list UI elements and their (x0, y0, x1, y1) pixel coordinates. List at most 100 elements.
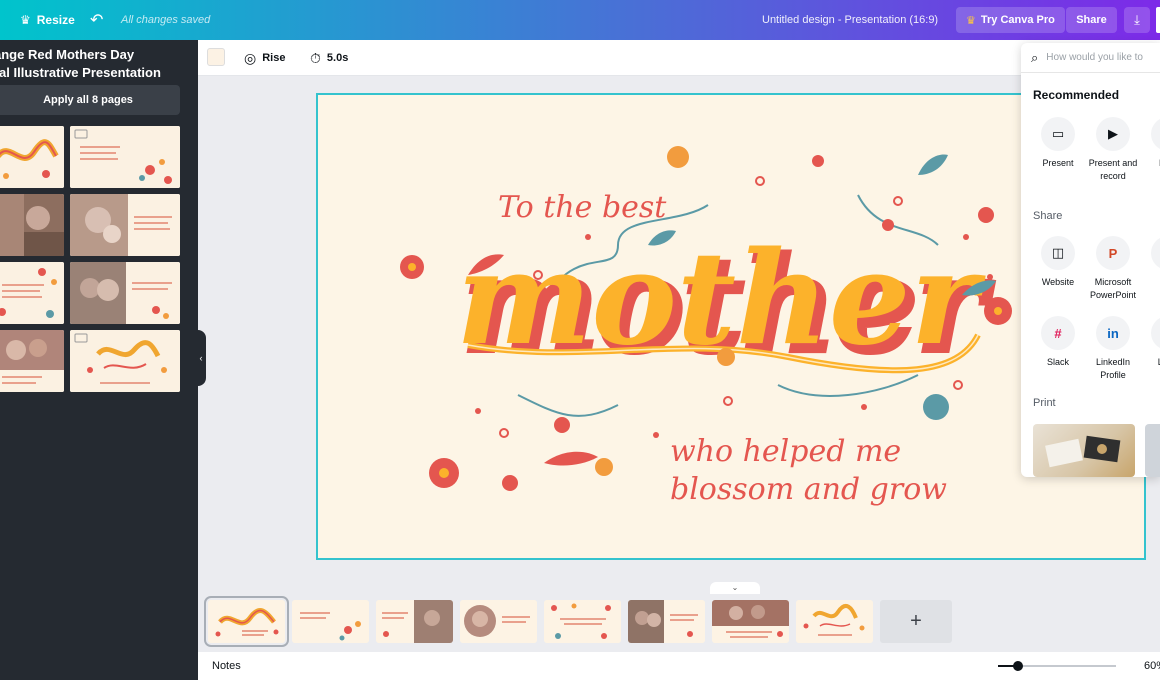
present-option[interactable]: ▭ Present (1028, 117, 1088, 170)
page-thumbnail[interactable] (796, 600, 873, 643)
share-button[interactable]: Share (1066, 7, 1117, 33)
resize-button[interactable]: ♛ Resize (20, 0, 75, 40)
recommended-heading: Recommended (1033, 88, 1120, 102)
page-thumbnail-art (628, 600, 705, 643)
template-page-thumbnail[interactable] (70, 126, 180, 188)
powerpoint-option[interactable]: P Microsoft PowerPoint (1083, 236, 1143, 302)
template-page-thumbnail[interactable] (0, 126, 64, 188)
template-page-thumbnail[interactable] (70, 330, 180, 392)
page-thumbnail[interactable] (544, 600, 621, 643)
share-dropdown-panel: ⌕ How would you like to Recommended ▭ Pr… (1021, 43, 1160, 477)
timer-icon: ⏱ (310, 49, 321, 66)
document-title[interactable]: Untitled design - Presentation (16:9) (762, 0, 938, 40)
share-search[interactable]: ⌕ How would you like to (1021, 43, 1160, 73)
plus-icon: + (910, 610, 922, 632)
bottom-script-line-1: who helped me (670, 434, 901, 469)
page-thumbnail[interactable] (712, 600, 789, 643)
email-icon: ✉ (1151, 236, 1160, 270)
present-and-record-option[interactable]: ▶ Present and record (1083, 117, 1143, 183)
crown-icon: ♛ (966, 14, 976, 27)
print-heading: Print (1033, 397, 1056, 409)
slack-option[interactable]: # Slack (1028, 316, 1088, 369)
linkedin-page-option[interactable]: in Lin P (1138, 316, 1160, 369)
record-icon: ▶ (1096, 117, 1130, 151)
email-option[interactable]: ✉ Em (1138, 236, 1160, 289)
thumbnail-art (0, 126, 64, 188)
zoom-level[interactable]: 60% (1144, 652, 1160, 680)
animation-label: Rise (262, 52, 286, 64)
page-thumbnail[interactable] (460, 600, 537, 643)
download-label: Dow (1138, 157, 1160, 170)
template-title-line-2: ral Illustrative Presentation (0, 65, 161, 80)
top-bar: ♛ Resize ↶ All changes saved Untitled de… (0, 0, 1160, 40)
editor-toolbar: ◎ Rise ⏱ 5.0s (198, 40, 1160, 76)
template-panel: ange Red Mothers Day ral Illustrative Pr… (0, 40, 198, 680)
top-script-text: To the best (498, 190, 667, 225)
page-thumbnail[interactable] (204, 596, 289, 647)
try-pro-label: Try Canva Pro (980, 14, 1055, 26)
more-button[interactable] (1156, 7, 1160, 33)
try-canva-pro-button[interactable]: ♛ Try Canva Pro (956, 7, 1065, 33)
zoom-slider[interactable] (998, 661, 1116, 671)
page-thumbnail-art (208, 600, 285, 643)
chevron-down-icon[interactable]: ⌄ (710, 582, 760, 594)
thumbnail-art (0, 330, 64, 392)
template-page-thumbnail[interactable] (70, 262, 180, 324)
thumbnail-art (0, 262, 64, 324)
linkedin-page-icon: in (1151, 316, 1160, 350)
thumbnail-art (70, 126, 180, 188)
thumbnail-art (70, 262, 180, 324)
print-product-card[interactable] (1145, 424, 1160, 477)
search-input[interactable]: How would you like to (1046, 52, 1143, 63)
page-thumbnail[interactable] (292, 600, 369, 643)
notes-button[interactable]: Notes (212, 652, 241, 680)
page-thumbnail[interactable] (376, 600, 453, 643)
add-page-button[interactable]: + (880, 600, 952, 643)
slack-label: Slack (1046, 357, 1069, 367)
background-color-swatch[interactable] (207, 48, 225, 66)
website-label: Website (1041, 277, 1075, 287)
download-option[interactable]: ⤓ Dow (1138, 117, 1160, 170)
duration-label: 5.0s (326, 52, 349, 64)
timing-button[interactable]: ⏱ 5.0s (310, 40, 348, 76)
linkedin-profile-option[interactable]: in LinkedIn Profile (1083, 316, 1143, 382)
share-heading: Share (1033, 210, 1063, 222)
download-icon: ⤓ (1151, 117, 1160, 151)
website-option[interactable]: ◫ Website (1028, 236, 1088, 289)
search-icon: ⌕ (1031, 49, 1039, 65)
crown-icon: ♛ (20, 13, 31, 27)
bottom-bar: Notes 60% (198, 652, 1160, 680)
page-thumbnail-art (376, 600, 453, 643)
print-product-image (1045, 435, 1121, 468)
print-product-card[interactable] (1033, 424, 1135, 477)
template-page-thumbnail[interactable] (0, 330, 64, 392)
linkedin-icon: in (1096, 316, 1130, 350)
page-thumbnail-art (292, 600, 369, 643)
canvas-area: mother mother To the best who helped me … (198, 76, 1160, 590)
template-title: ange Red Mothers Day ral Illustrative Pr… (0, 46, 194, 82)
present-label: Present (1042, 158, 1074, 168)
page-thumbnail-art (544, 600, 621, 643)
present-icon: ▭ (1041, 117, 1075, 151)
page-thumbnail[interactable] (628, 600, 705, 643)
animate-button[interactable]: ◎ Rise (244, 40, 285, 76)
template-page-thumbnail[interactable] (0, 194, 64, 256)
zoom-slider-handle[interactable] (1013, 661, 1023, 671)
page-thumbnail-art (796, 600, 873, 643)
email-label: Em (1138, 276, 1160, 289)
slack-icon: # (1041, 316, 1075, 350)
present-record-label: Present and record (1088, 158, 1138, 181)
animation-icon: ◎ (244, 49, 257, 66)
download-icon[interactable]: ⤓ (1124, 7, 1150, 33)
template-page-thumbnail[interactable] (70, 194, 180, 256)
bottom-script-line-2: blossom and grow (670, 472, 947, 507)
apply-all-pages-button[interactable]: Apply all 8 pages (0, 85, 180, 115)
page-filmstrip: ⌄ + (198, 582, 1160, 652)
resize-label: Resize (36, 13, 75, 27)
template-page-thumbnail[interactable] (0, 262, 64, 324)
thumbnail-art (0, 194, 64, 256)
linkedin-profile-label: LinkedIn Profile (1095, 357, 1131, 380)
website-icon: ◫ (1041, 236, 1075, 270)
thumbnail-art (70, 194, 180, 256)
undo-icon[interactable]: ↶ (90, 0, 103, 40)
